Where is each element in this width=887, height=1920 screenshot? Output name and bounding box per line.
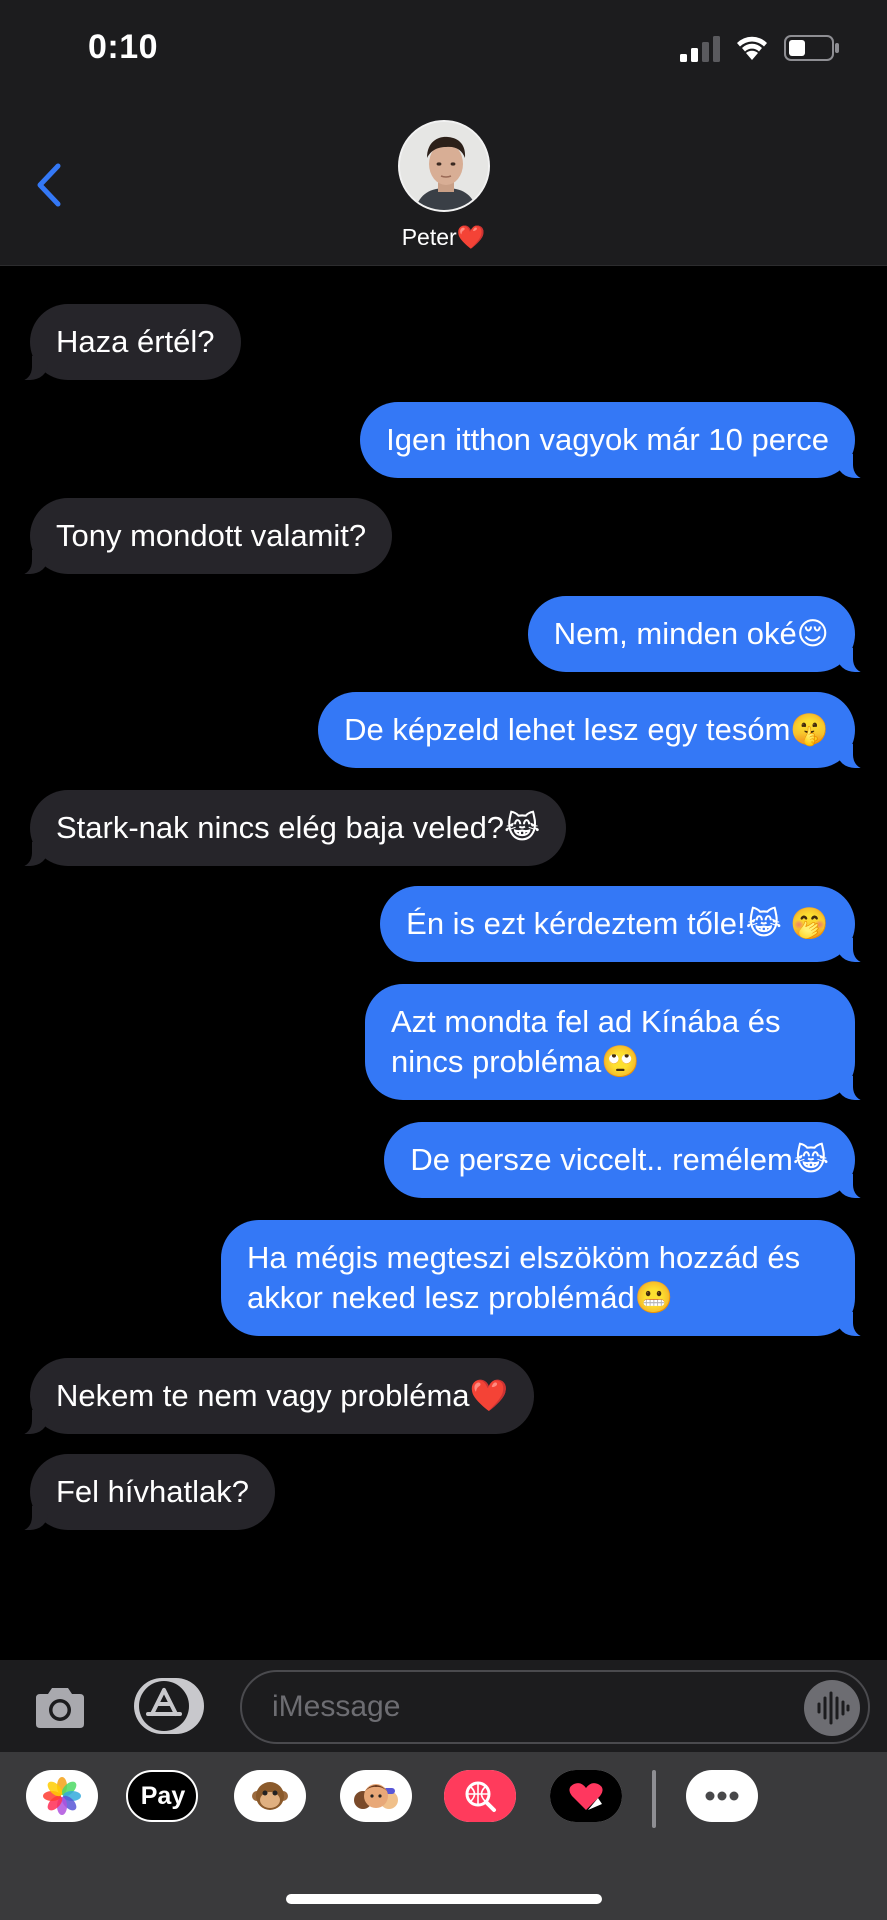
back-chevron-icon[interactable] bbox=[34, 162, 64, 208]
apple-pay-icon[interactable]: Pay bbox=[126, 1770, 198, 1822]
outgoing-message[interactable]: Azt mondta fel ad Kínába és nincs problé… bbox=[365, 984, 867, 1101]
photos-icon[interactable] bbox=[26, 1770, 98, 1822]
message-input[interactable] bbox=[272, 1686, 792, 1728]
outgoing-message[interactable]: Ha mégis megteszi elszököm hozzád és akk… bbox=[221, 1220, 867, 1337]
status-bar: 0:10 bbox=[0, 0, 887, 100]
outgoing-message[interactable]: De persze viccelt.. remélem😹 bbox=[384, 1122, 867, 1199]
status-time: 0:10 bbox=[88, 28, 159, 66]
apple-pay-label: Pay bbox=[140, 1781, 186, 1810]
animoji-icon[interactable] bbox=[234, 1770, 306, 1822]
message-text: Stark-nak nincs elég baja veled?😹 bbox=[56, 810, 541, 845]
message-text: Igen itthon vagyok már 10 perce bbox=[386, 422, 829, 457]
message-text: Haza értél? bbox=[56, 324, 215, 359]
wifi-icon bbox=[737, 36, 767, 60]
imessage-app-drawer: Pay bbox=[0, 1752, 887, 1920]
battery-icon bbox=[784, 35, 839, 61]
digital-touch-icon[interactable] bbox=[550, 1770, 622, 1822]
web-images-icon[interactable] bbox=[444, 1770, 516, 1822]
message-text: Én is ezt kérdeztem tőle!😹 🤭 bbox=[406, 906, 829, 941]
incoming-message[interactable]: Haza értél? bbox=[18, 304, 241, 381]
outgoing-message[interactable]: Igen itthon vagyok már 10 perce bbox=[360, 402, 867, 479]
message-text: Nekem te nem vagy probléma❤️ bbox=[56, 1378, 509, 1413]
app-store-icon[interactable] bbox=[134, 1678, 204, 1734]
outgoing-message[interactable]: Nem, minden oké😌 bbox=[527, 596, 868, 673]
cellular-signal-icon bbox=[680, 36, 720, 62]
message-text: De képzeld lehet lesz egy tesóm🤫 bbox=[344, 712, 829, 747]
message-text: Azt mondta fel ad Kínába és nincs problé… bbox=[391, 1004, 781, 1079]
contact-photo bbox=[400, 122, 488, 210]
app-drawer-divider bbox=[652, 1770, 656, 1828]
message-thread[interactable]: Haza értél? Igen itthon vagyok már 10 pe… bbox=[0, 266, 887, 1660]
message-input-field[interactable] bbox=[240, 1670, 870, 1744]
outgoing-message[interactable]: Én is ezt kérdeztem tőle!😹 🤭 bbox=[380, 886, 867, 963]
conversation-header: Peter❤️ bbox=[0, 100, 887, 266]
audio-message-icon[interactable] bbox=[804, 1680, 860, 1736]
camera-icon[interactable] bbox=[32, 1686, 88, 1730]
incoming-message[interactable]: Stark-nak nincs elég baja veled?😹 bbox=[17, 790, 567, 867]
incoming-message[interactable]: Nekem te nem vagy probléma❤️ bbox=[17, 1358, 535, 1435]
message-text: De persze viccelt.. remélem😹 bbox=[410, 1142, 829, 1177]
message-text: Fel hívhatlak? bbox=[56, 1474, 249, 1509]
memoji-icon[interactable] bbox=[340, 1770, 412, 1822]
contact-name[interactable]: Peter❤️ bbox=[0, 224, 887, 251]
incoming-message[interactable]: Fel hívhatlak? bbox=[18, 1454, 275, 1531]
message-text: Nem, minden oké😌 bbox=[553, 616, 829, 651]
message-text: Ha mégis megteszi elszököm hozzád és akk… bbox=[247, 1240, 801, 1315]
contact-avatar[interactable] bbox=[398, 120, 490, 212]
home-indicator[interactable] bbox=[286, 1894, 602, 1904]
composer-bar bbox=[0, 1660, 887, 1752]
message-text: Tony mondott valamit? bbox=[56, 518, 367, 553]
outgoing-message[interactable]: De képzeld lehet lesz egy tesóm🤫 bbox=[318, 692, 867, 769]
more-icon[interactable] bbox=[686, 1770, 758, 1822]
incoming-message[interactable]: Tony mondott valamit? bbox=[17, 498, 393, 575]
